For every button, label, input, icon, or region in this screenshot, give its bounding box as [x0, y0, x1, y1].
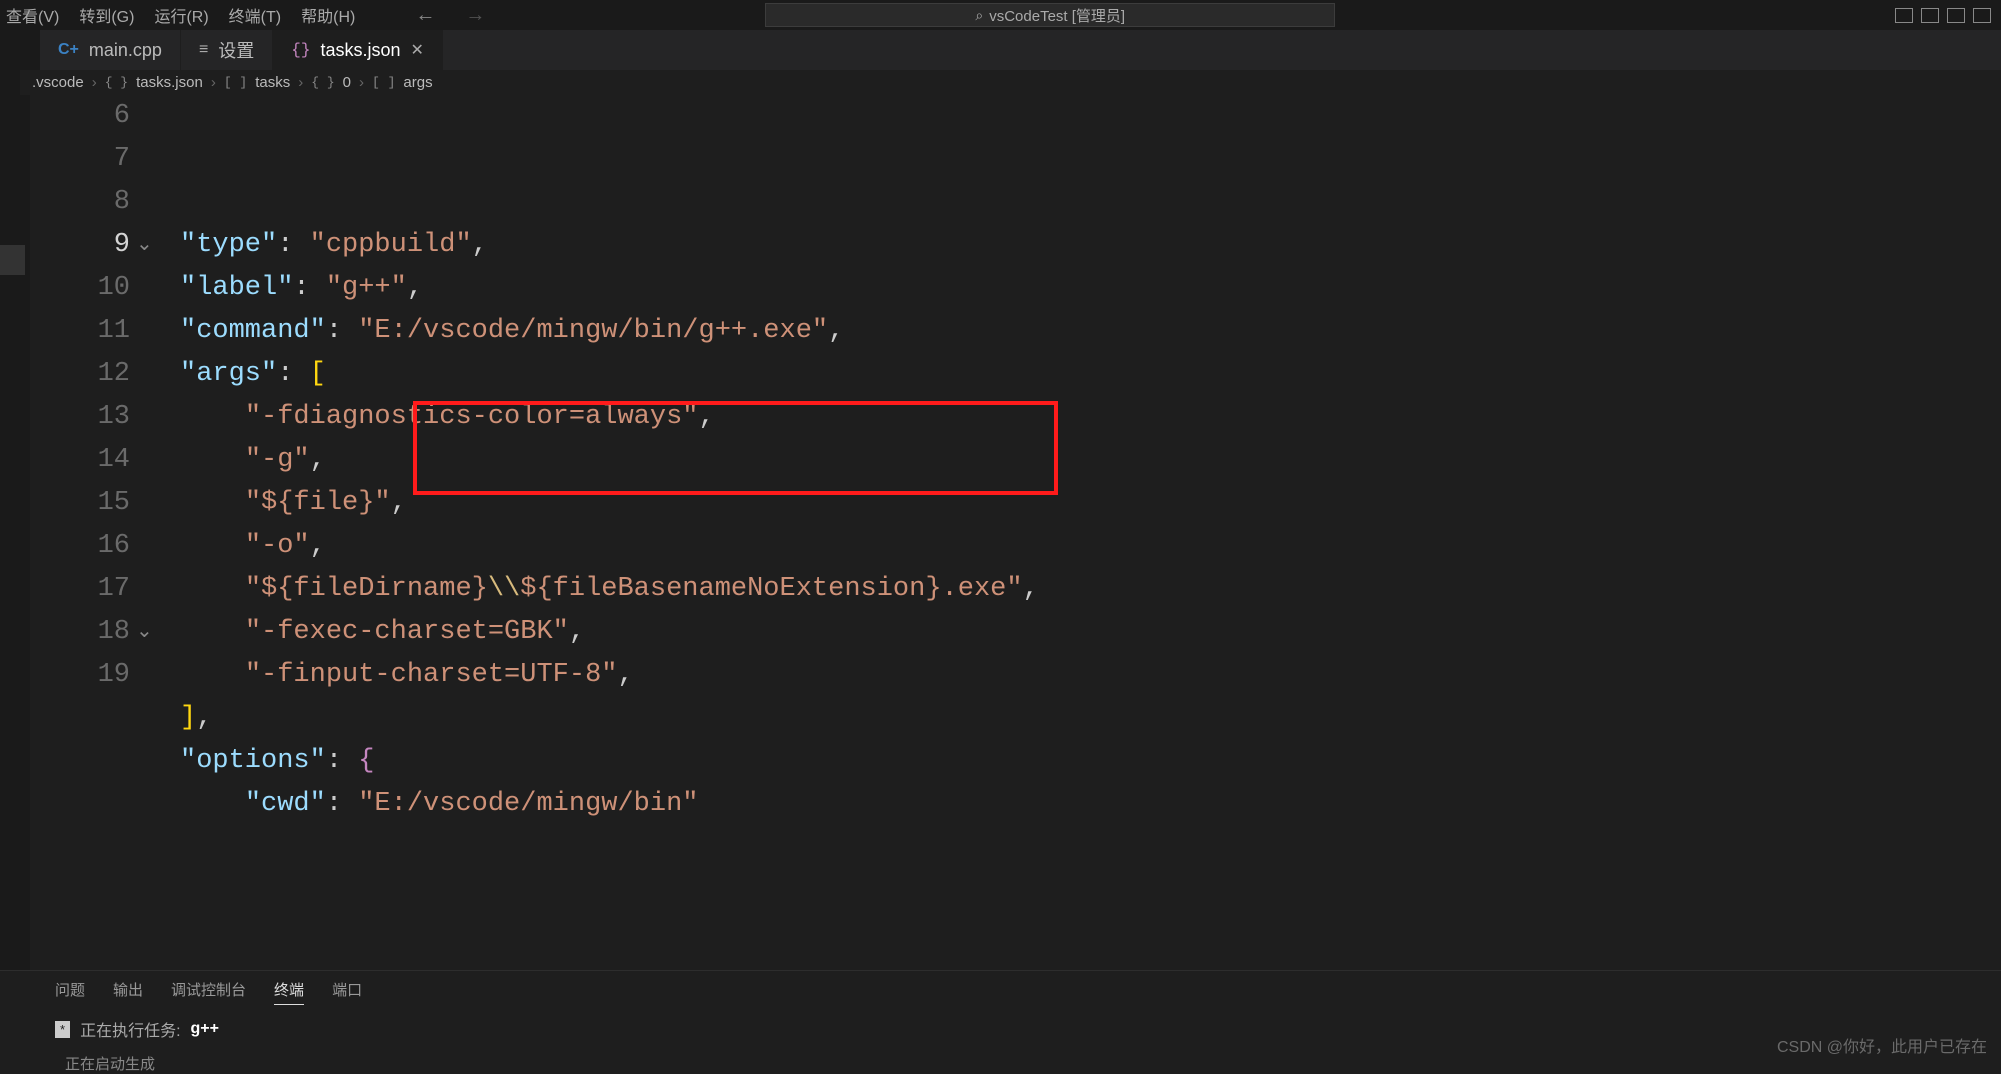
file-icon: C+ [58, 41, 79, 59]
code-line[interactable]: "-fdiagnostics-color=always", [180, 396, 2001, 439]
line-number: 6 [30, 95, 130, 138]
breadcrumb-item[interactable]: args [403, 74, 432, 91]
activity-stub [0, 30, 40, 70]
line-number: 8 [30, 181, 130, 224]
menu-item[interactable]: 转到(G) [79, 3, 134, 27]
menu-item[interactable]: 终端(T) [229, 3, 281, 27]
task-badge: * [55, 1021, 70, 1038]
chevron-right-icon: › [359, 74, 364, 91]
code-line[interactable]: "command": "E:/vscode/mingw/bin/g++.exe"… [180, 310, 2001, 353]
tab-label: tasks.json [321, 40, 401, 61]
line-number: 7 [30, 138, 130, 181]
bottom-panel: 问题输出调试控制台终端端口 * 正在执行任务: g++ 正在启动生成 [0, 970, 2001, 1065]
code-line[interactable]: "label": "g++", [180, 267, 2001, 310]
breadcrumb-icon: { } [311, 75, 334, 90]
menu-bar: 查看(V) 转到(G) 运行(R) 终端(T) 帮助(H) ← → ⌕ vsCodeTe… [0, 0, 2001, 30]
line-number: 11 [30, 310, 130, 353]
code-line[interactable]: "options": { [180, 740, 2001, 783]
watermark: CSDN @你好，此用户已存在 [1777, 1033, 1987, 1057]
code-line[interactable]: "cwd": "E:/vscode/mingw/bin" [180, 783, 2001, 826]
editor-tab[interactable]: C+ main.cpp [40, 30, 181, 70]
panel-tab[interactable]: 问题 [55, 979, 85, 1005]
line-number: 16 [30, 525, 130, 568]
menu-item[interactable]: 帮助(H) [301, 3, 355, 27]
chevron-right-icon: › [211, 74, 216, 91]
line-number: 19 [30, 654, 130, 697]
breadcrumb-item[interactable]: tasks.json [136, 74, 203, 91]
line-number: 18 ⌄ [30, 611, 130, 654]
breadcrumb-item[interactable]: 0 [343, 74, 351, 91]
task-name: g++ [191, 1020, 219, 1038]
editor-tab[interactable]: ≡ 设置 [181, 30, 273, 70]
build-status: 正在启动生成 [0, 1053, 2001, 1074]
tab-label: main.cpp [89, 40, 162, 61]
layout-icon[interactable] [1921, 8, 1939, 23]
code-line[interactable]: "-g", [180, 439, 2001, 482]
search-text: vsCodeTest [管理员] [989, 5, 1125, 26]
code-line[interactable]: "-finput-charset=UTF-8", [180, 654, 2001, 697]
breadcrumb[interactable]: .vscode › { } tasks.json › [ ] tasks › { } 0 › [ ] a… [20, 70, 445, 95]
code-line[interactable]: "-fexec-charset=GBK", [180, 611, 2001, 654]
breadcrumb-item[interactable]: .vscode [32, 74, 84, 91]
layout-icon[interactable] [1947, 8, 1965, 23]
activity-stub [0, 70, 20, 95]
layout-icon[interactable] [1973, 8, 1991, 23]
close-icon[interactable]: ✕ [411, 40, 424, 60]
breadcrumb-icon: [ ] [372, 75, 395, 90]
layout-controls[interactable] [1895, 8, 1991, 23]
file-icon: {} [291, 41, 310, 59]
chevron-right-icon: › [92, 74, 97, 91]
code-line[interactable]: "${fileDirname}\\${fileBasenameNoExtensi… [180, 568, 2001, 611]
activity-stub [0, 95, 30, 970]
panel-tab[interactable]: 端口 [332, 979, 362, 1005]
layout-icon[interactable] [1895, 8, 1913, 23]
code-line[interactable]: "args": [ [180, 353, 2001, 396]
line-number: 13 [30, 396, 130, 439]
panel-tab[interactable]: 调试控制台 [171, 979, 246, 1005]
line-number: 14 [30, 439, 130, 482]
menu-item[interactable]: 查看(V) [6, 3, 59, 27]
breadcrumb-item[interactable]: tasks [255, 74, 290, 91]
nav-back-icon[interactable]: ← [415, 4, 435, 27]
line-number: 15 [30, 482, 130, 525]
panel-tabs: 问题 输出 调试控制台 终端 端口 [0, 971, 2001, 1005]
panel-tab[interactable]: 终端 [274, 979, 304, 1005]
editor-tab[interactable]: {} tasks.json ✕ [273, 30, 443, 70]
line-gutter: 6789 ⌄101112131415161718 ⌄19 [30, 95, 180, 970]
menu-item[interactable]: 运行(R) [154, 3, 208, 27]
code-line[interactable]: "-o", [180, 525, 2001, 568]
breadcrumb-icon: [ ] [224, 75, 247, 90]
activity-selection [0, 245, 25, 275]
panel-tab[interactable]: 输出 [113, 979, 143, 1005]
code-editor[interactable]: 6789 ⌄101112131415161718 ⌄19 "type": "cp… [30, 95, 2001, 970]
file-icon: ≡ [199, 41, 208, 59]
code-line[interactable]: ], [180, 697, 2001, 740]
breadcrumb-icon: { } [105, 75, 128, 90]
line-number: 17 [30, 568, 130, 611]
line-number: 10 [30, 267, 130, 310]
task-label: 正在执行任务: [80, 1017, 180, 1041]
tab-label: 设置 [218, 37, 254, 63]
code-line[interactable]: "type": "cppbuild", [180, 224, 2001, 267]
command-search[interactable]: ⌕ vsCodeTest [管理员] [765, 3, 1335, 27]
search-icon: ⌕ [975, 7, 983, 24]
editor-tabs: C+ main.cpp ≡ 设置 {} tasks.json ✕ [0, 30, 2001, 70]
nav-forward-icon[interactable]: → [465, 4, 485, 27]
chevron-right-icon: › [298, 74, 303, 91]
code-content[interactable]: "type": "cppbuild","label": "g++","comma… [180, 95, 2001, 970]
code-line[interactable]: "${file}", [180, 482, 2001, 525]
line-number: 12 [30, 353, 130, 396]
line-number: 9 ⌄ [30, 224, 130, 267]
